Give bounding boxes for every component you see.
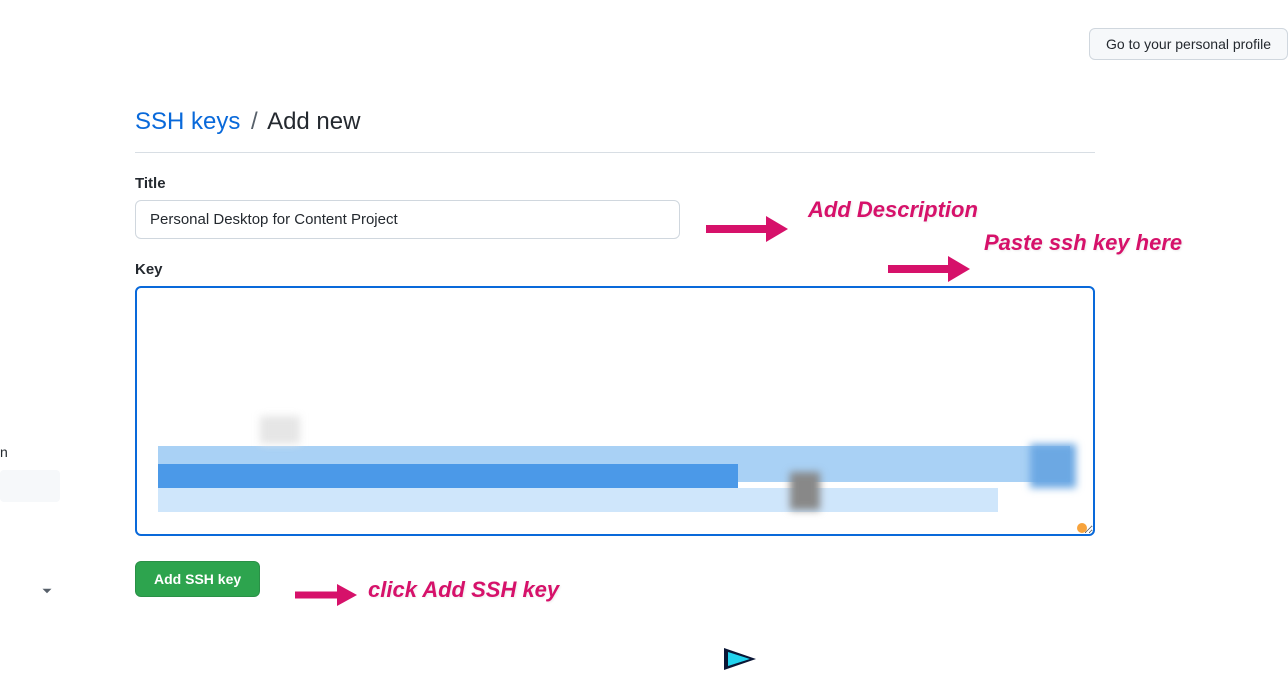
annotation-click-add: click Add SSH key (368, 577, 559, 603)
breadcrumb-current: Add new (267, 108, 360, 135)
title-label: Title (135, 175, 1095, 192)
annotation-paste-key: Paste ssh key here (984, 228, 1182, 259)
arrow-icon (886, 252, 970, 286)
go-to-profile-button[interactable]: Go to your personal profile (1089, 28, 1288, 60)
breadcrumb-parent-link[interactable]: SSH keys (135, 108, 240, 135)
chevron-down-icon[interactable] (38, 582, 56, 600)
annotation-add-description: Add Description (808, 197, 978, 223)
arrow-icon (704, 212, 788, 246)
add-ssh-key-button[interactable]: Add SSH key (135, 561, 260, 597)
breadcrumb: SSH keys / Add new (135, 108, 1095, 153)
breadcrumb-separator: / (251, 108, 258, 135)
key-form-group: Key (135, 261, 1095, 541)
title-input[interactable] (135, 200, 680, 239)
sidebar-item-active-partial[interactable] (0, 470, 60, 502)
watermark-icon (720, 644, 760, 674)
main-content: SSH keys / Add new Title Key Add SSH key (135, 108, 1095, 597)
arrow-icon (293, 580, 357, 610)
sidebar-item-label-partial: n (0, 444, 8, 460)
key-textarea[interactable] (135, 286, 1095, 536)
